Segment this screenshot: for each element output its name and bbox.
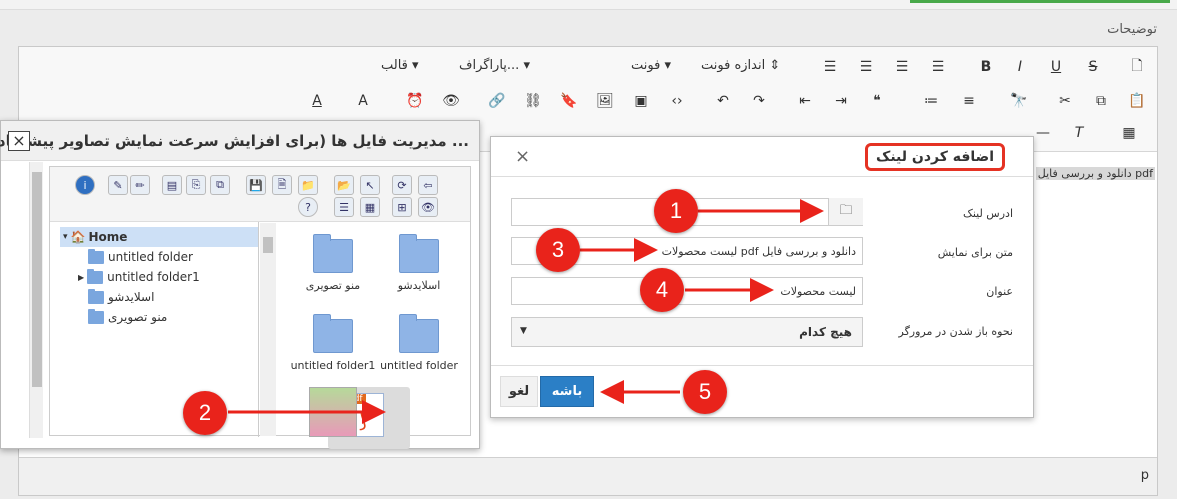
annotation-badge-4: 4 — [640, 268, 684, 312]
annotation-badge-1: 1 — [654, 189, 698, 233]
annotation-badge-5: 5 — [683, 370, 727, 414]
annotation-badge-2: 2 — [183, 391, 227, 435]
annotation-arrows — [228, 199, 824, 424]
annotation-badge-3: 3 — [536, 228, 580, 272]
